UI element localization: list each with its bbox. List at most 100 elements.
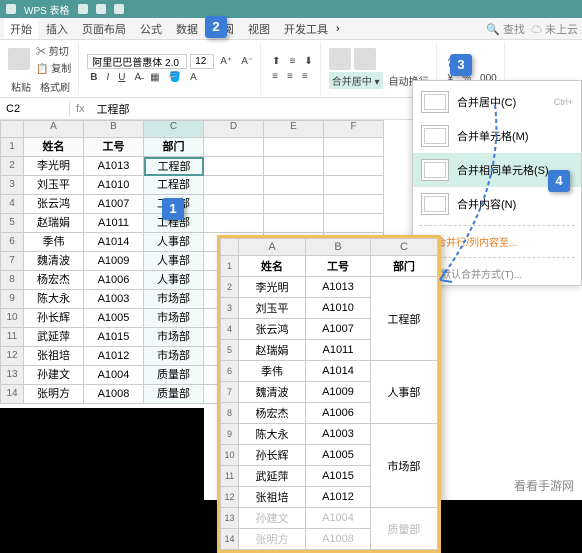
header-cell[interactable]: 工号 <box>84 138 144 157</box>
data-cell[interactable]: A1007 <box>84 195 144 214</box>
border-button[interactable]: ▦ <box>147 71 162 84</box>
align-center[interactable]: ≡ <box>284 70 296 83</box>
data-cell[interactable]: A1004 <box>84 366 144 385</box>
col-header[interactable]: B <box>84 120 144 138</box>
data-cell[interactable]: A1010 <box>84 176 144 195</box>
col-header[interactable]: E <box>264 120 324 138</box>
data-cell[interactable]: 张明方 <box>24 385 84 404</box>
data-cell[interactable]: A1005 <box>84 309 144 328</box>
decrease-font[interactable]: A⁻ <box>238 55 256 68</box>
col-header[interactable]: C <box>144 120 204 138</box>
data-cell[interactable]: 市场部 <box>144 309 204 328</box>
merge-icon[interactable] <box>329 48 351 70</box>
data-cell[interactable]: 孙建文 <box>24 366 84 385</box>
data-cell[interactable]: 赵瑞娟 <box>24 214 84 233</box>
tab-layout[interactable]: 页面布局 <box>76 19 132 39</box>
row-header[interactable]: 13 <box>0 366 24 385</box>
tab-insert[interactable]: 插入 <box>40 19 74 39</box>
data-cell[interactable]: A1006 <box>84 271 144 290</box>
size-select[interactable] <box>190 54 214 69</box>
titlebar-icon[interactable] <box>96 4 106 14</box>
data-cell[interactable]: A1013 <box>84 157 144 176</box>
tab-view[interactable]: 视图 <box>242 19 276 39</box>
data-cell[interactable]: A1008 <box>84 385 144 404</box>
empty-cell[interactable] <box>324 195 384 214</box>
data-cell[interactable]: 李光明 <box>24 157 84 176</box>
data-cell[interactable]: 人事部 <box>144 271 204 290</box>
align-left[interactable]: ≡ <box>269 70 281 83</box>
data-cell[interactable]: 人事部 <box>144 233 204 252</box>
data-cell[interactable]: 张云鸿 <box>24 195 84 214</box>
increase-font[interactable]: A⁺ <box>217 55 235 68</box>
row-header[interactable]: 3 <box>0 176 24 195</box>
fx-icon[interactable]: fx <box>70 103 91 115</box>
empty-cell[interactable] <box>264 195 324 214</box>
empty-cell[interactable] <box>324 176 384 195</box>
data-cell[interactable]: 市场部 <box>144 347 204 366</box>
row-header[interactable]: 10 <box>0 309 24 328</box>
formula-input[interactable]: 工程部 <box>91 99 136 119</box>
empty-cell[interactable] <box>264 176 324 195</box>
data-cell[interactable]: 质量部 <box>144 385 204 404</box>
strike-button[interactable]: A̶ <box>131 71 144 84</box>
data-cell[interactable]: A1015 <box>84 328 144 347</box>
col-header[interactable]: A <box>24 120 84 138</box>
row-header[interactable]: 6 <box>0 233 24 252</box>
align-bot[interactable]: ⬇ <box>301 55 315 68</box>
data-cell[interactable]: 武延萍 <box>24 328 84 347</box>
data-cell[interactable]: A1003 <box>84 290 144 309</box>
header-cell[interactable]: 姓名 <box>24 138 84 157</box>
data-cell[interactable]: A1009 <box>84 252 144 271</box>
row-header[interactable]: 12 <box>0 347 24 366</box>
col-header[interactable]: D <box>204 120 264 138</box>
font-select[interactable] <box>87 54 187 69</box>
row-header[interactable]: 11 <box>0 328 24 347</box>
empty-cell[interactable] <box>204 138 264 157</box>
row-header[interactable]: 2 <box>0 157 24 176</box>
empty-cell[interactable] <box>324 157 384 176</box>
underline-button[interactable]: U <box>115 71 128 84</box>
empty-cell[interactable] <box>324 214 384 233</box>
data-cell[interactable]: 市场部 <box>144 328 204 347</box>
search-link[interactable]: 🔍 查找 <box>486 21 525 37</box>
empty-cell[interactable] <box>204 195 264 214</box>
data-cell[interactable]: 张祖培 <box>24 347 84 366</box>
titlebar-icon[interactable] <box>78 4 88 14</box>
data-cell[interactable]: 工程部 <box>144 157 204 176</box>
col-header[interactable]: F <box>324 120 384 138</box>
align-mid[interactable]: ≡ <box>287 55 299 68</box>
bold-button[interactable]: B <box>87 71 100 84</box>
empty-cell[interactable] <box>204 214 264 233</box>
align-right[interactable]: ≡ <box>299 70 311 83</box>
data-cell[interactable]: A1011 <box>84 214 144 233</box>
copy-button[interactable]: 📋 复制 <box>33 59 74 76</box>
empty-cell[interactable] <box>264 138 324 157</box>
data-cell[interactable]: A1014 <box>84 233 144 252</box>
data-cell[interactable]: 陈大永 <box>24 290 84 309</box>
row-header[interactable]: 4 <box>0 195 24 214</box>
header-cell[interactable]: 部门 <box>144 138 204 157</box>
row-header[interactable]: 14 <box>0 385 24 404</box>
titlebar-icon[interactable] <box>114 4 124 14</box>
data-cell[interactable]: 杨宏杰 <box>24 271 84 290</box>
wrap-icon[interactable] <box>354 48 376 70</box>
tab-start[interactable]: 开始 <box>4 19 38 39</box>
data-cell[interactable]: 市场部 <box>144 290 204 309</box>
name-box[interactable]: C2 <box>0 101 70 117</box>
cloud-link[interactable]: ☁ 未上云 <box>531 21 578 37</box>
data-cell[interactable]: 人事部 <box>144 252 204 271</box>
tab-dev[interactable]: 开发工具 <box>278 19 334 39</box>
merge-center-button[interactable]: 合并居中 ▾ <box>329 72 383 89</box>
align-top[interactable]: ⬆ <box>269 55 283 68</box>
data-cell[interactable]: 刘玉平 <box>24 176 84 195</box>
row-header[interactable]: 5 <box>0 214 24 233</box>
fontcolor-button[interactable]: A <box>187 71 200 84</box>
data-cell[interactable]: 质量部 <box>144 366 204 385</box>
cut-button[interactable]: ✂ 剪切 <box>33 42 74 59</box>
empty-cell[interactable] <box>204 176 264 195</box>
data-cell[interactable]: 孙长辉 <box>24 309 84 328</box>
empty-cell[interactable] <box>204 157 264 176</box>
data-cell[interactable]: 魏清波 <box>24 252 84 271</box>
empty-cell[interactable] <box>264 214 324 233</box>
empty-cell[interactable] <box>324 138 384 157</box>
